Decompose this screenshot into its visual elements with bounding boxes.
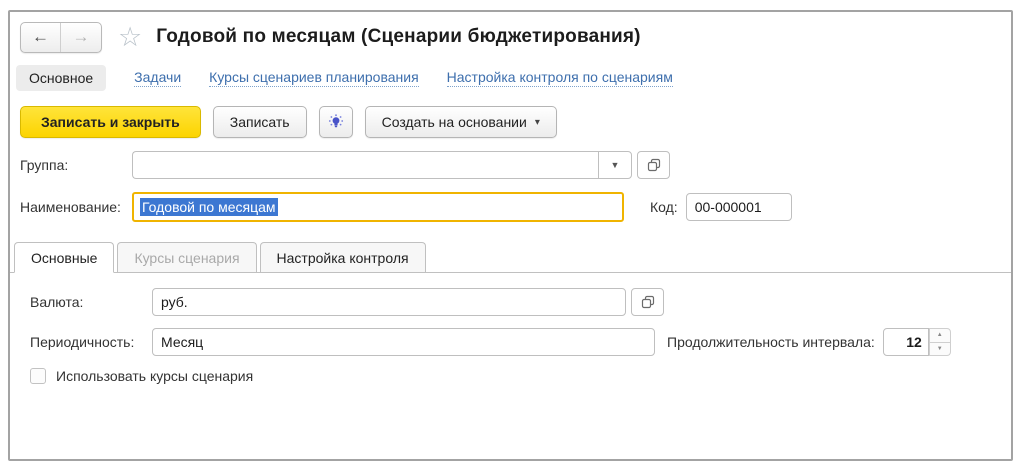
name-field-row: Наименование: Годовой по месяцам Код: [20,192,1011,222]
choose-from-list-icon [647,158,661,172]
create-based-on-label: Создать на основании [382,114,527,130]
tab-main[interactable]: Основные [14,242,114,273]
name-input[interactable]: Годовой по месяцам [132,192,624,222]
group-input[interactable] [132,151,598,179]
chevron-down-icon: ▾ [535,117,540,128]
nav-item-main[interactable]: Основное [16,65,106,91]
nav-bar: Основное Задачи Курсы сценариев планиров… [16,64,1011,92]
group-label: Группа: [20,157,132,173]
save-button[interactable]: Записать [213,106,307,138]
form-window: ← → ☆ Годовой по месяцам (Сценарии бюдже… [8,10,1013,461]
group-choose-button[interactable] [637,151,670,179]
lightbulb-icon [327,113,345,131]
save-and-close-button[interactable]: Записать и закрыть [20,106,201,138]
interval-length-spinner: 12 ▲ ▼ [883,328,951,356]
combo-caret-icon: ▼ [611,160,620,170]
code-input[interactable] [686,193,792,221]
currency-choose-button[interactable] [631,288,664,316]
nav-link-control-settings[interactable]: Настройка контроля по сценариям [447,69,673,87]
spin-up-button[interactable]: ▲ [929,328,951,343]
currency-row: Валюта: [30,288,1011,316]
choose-from-list-icon [641,295,655,309]
tab-strip: Основные Курсы сценария Настройка контро… [10,242,1011,273]
group-field-row: Группа: ▼ [20,151,1011,179]
create-based-on-button[interactable]: Создать на основании ▾ [365,106,557,138]
use-scenario-rates-row: Использовать курсы сценария [30,368,1011,384]
interval-length-value[interactable]: 12 [883,328,929,356]
currency-input[interactable] [152,288,626,316]
interval-length-label: Продолжительность интервала: [667,334,875,350]
forward-button[interactable]: → [61,23,101,52]
page-title: Годовой по месяцам (Сценарии бюджетирова… [156,26,641,48]
periodicity-label: Периодичность: [30,334,152,350]
periodicity-row: Периодичность: Продолжительность интерва… [30,328,1011,356]
header: ← → ☆ Годовой по месяцам (Сценарии бюдже… [20,20,1011,54]
hint-lightbulb-button[interactable] [319,106,353,138]
nav-link-tasks[interactable]: Задачи [134,69,181,87]
favorite-star-icon[interactable]: ☆ [118,24,142,51]
name-label: Наименование: [20,199,132,215]
spinner-buttons: ▲ ▼ [929,328,951,356]
spin-down-button[interactable]: ▼ [929,343,951,357]
group-combobox: ▼ [132,151,632,179]
toolbar: Записать и закрыть Записать Создать [20,106,1011,138]
tab-scenario-rates: Курсы сценария [117,242,256,272]
back-button[interactable]: ← [21,23,61,52]
code-label: Код: [650,199,678,215]
name-selected-text: Годовой по месяцам [140,198,278,216]
group-dropdown-button[interactable]: ▼ [598,151,632,179]
history-nav: ← → [20,22,102,53]
nav-link-planning-rates[interactable]: Курсы сценариев планирования [209,69,418,87]
currency-label: Валюта: [30,294,152,310]
main-tab-panel: Валюта: Периодичность: Продолжительность… [10,273,1011,384]
periodicity-input[interactable] [152,328,655,356]
use-scenario-rates-label: Использовать курсы сценария [56,368,253,384]
tab-control-setup[interactable]: Настройка контроля [260,242,426,272]
use-scenario-rates-checkbox[interactable] [30,368,46,384]
